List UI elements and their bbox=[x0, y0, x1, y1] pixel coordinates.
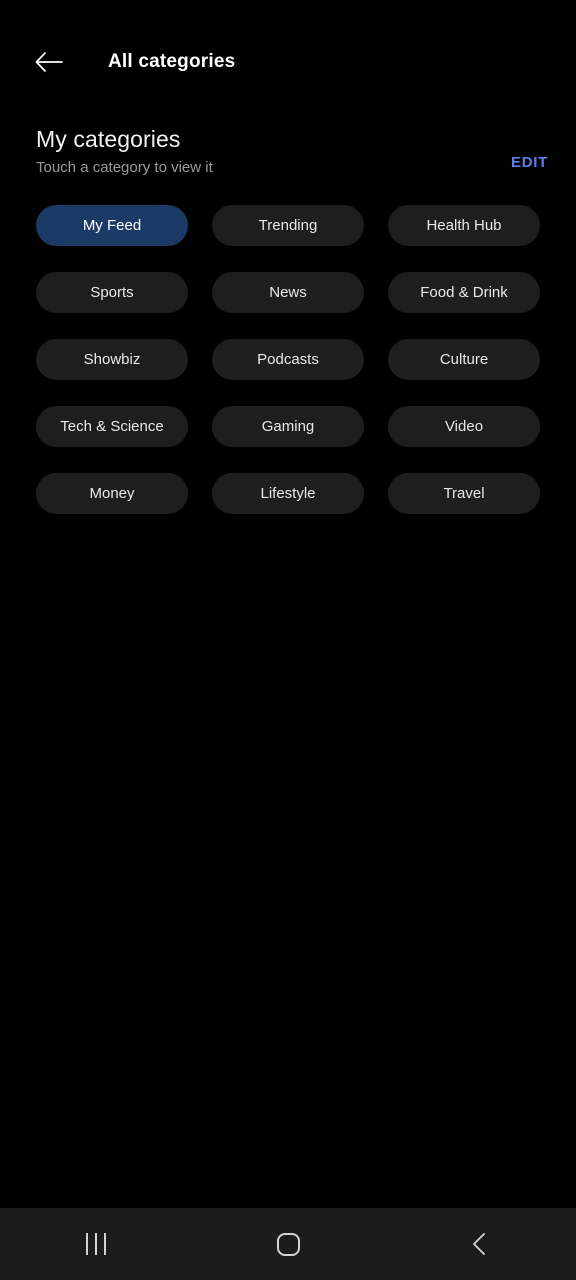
page-title: All categories bbox=[108, 51, 236, 72]
category-chip[interactable]: Money bbox=[36, 473, 188, 514]
system-navigation-bar bbox=[0, 1208, 576, 1280]
category-chip[interactable]: Lifestyle bbox=[212, 473, 364, 514]
category-chip[interactable]: Tech & Science bbox=[36, 406, 188, 447]
category-chip[interactable]: Podcasts bbox=[212, 339, 364, 380]
home-icon bbox=[276, 1232, 300, 1256]
category-chip[interactable]: Health Hub bbox=[388, 205, 540, 246]
navigation-back-button[interactable] bbox=[384, 1208, 576, 1280]
category-chip[interactable]: Food & Drink bbox=[388, 272, 540, 313]
category-chip[interactable]: Video bbox=[388, 406, 540, 447]
home-button[interactable] bbox=[192, 1208, 384, 1280]
category-chip[interactable]: News bbox=[212, 272, 364, 313]
category-chip[interactable]: Trending bbox=[212, 205, 364, 246]
section-title: My categories bbox=[36, 126, 181, 152]
category-chip[interactable]: My Feed bbox=[36, 205, 188, 246]
section-header-text: My categories Touch a category to view i… bbox=[36, 124, 213, 178]
chevron-left-icon bbox=[469, 1231, 491, 1257]
back-arrow-button[interactable] bbox=[26, 39, 72, 85]
section-header: My categories Touch a category to view i… bbox=[0, 124, 576, 178]
category-chip-grid: My Feed Trending Health Hub Sports News Food … bbox=[0, 205, 576, 514]
category-chip[interactable]: Culture bbox=[388, 339, 540, 380]
arrow-left-icon bbox=[34, 50, 64, 74]
category-chip[interactable]: Sports bbox=[36, 272, 188, 313]
app-bar: All categories bbox=[0, 0, 576, 124]
category-chip[interactable]: Showbiz bbox=[36, 339, 188, 380]
edit-button[interactable]: EDIT bbox=[507, 152, 552, 173]
recents-button[interactable] bbox=[0, 1208, 192, 1280]
recents-icon bbox=[86, 1233, 106, 1255]
section-subtitle: Touch a category to view it bbox=[36, 159, 213, 176]
category-chip[interactable]: Gaming bbox=[212, 406, 364, 447]
category-chip[interactable]: Travel bbox=[388, 473, 540, 514]
phone-screen: All categories My categories Touch a cat… bbox=[0, 0, 576, 1280]
